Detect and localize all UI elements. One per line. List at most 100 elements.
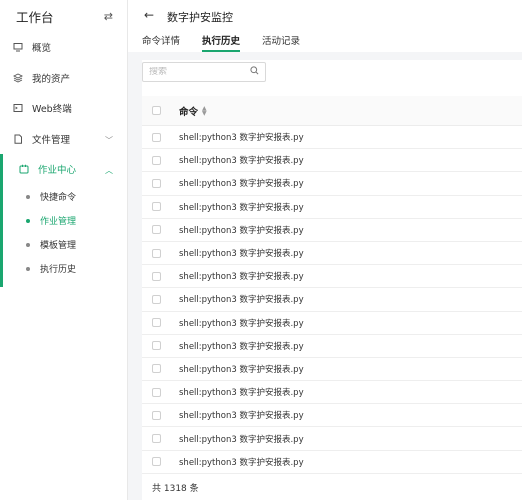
table-row[interactable]: shell:python3 数字护安报表.py [142, 312, 522, 335]
table-row[interactable]: shell:python3 数字护安报表.py [142, 404, 522, 428]
submenu: 快捷命令 作业管理 模板管理 执行历史 [0, 185, 127, 287]
command-cell: shell:python3 数字护安报表.py [179, 202, 304, 213]
row-checkbox[interactable] [152, 457, 161, 467]
sidebar-item-label: 文件管理 [32, 134, 71, 146]
job-icon [18, 164, 29, 175]
sidebar: 工作台 ⇄ 概览 我的资产 Web终端 文件管理 ﹀ 作业中心 ︿ 快捷命令 作… [0, 0, 128, 500]
sidebar-item-assets[interactable]: 我的资产 [0, 63, 127, 94]
row-checkbox[interactable] [152, 294, 161, 304]
table-row[interactable]: shell:python3 数字护安报表.py [142, 381, 522, 405]
tab-bar: 命令详情 执行历史 活动记录 [142, 33, 322, 52]
table-body: shell:python3 数字护安报表.py shell:python3 数字护… [142, 126, 522, 474]
table-row[interactable]: shell:python3 数字护安报表.py [142, 358, 522, 382]
back-arrow-icon[interactable]: ← [144, 8, 154, 22]
subitem-label: 执行历史 [40, 265, 77, 275]
sidebar-subitem-history[interactable]: 执行历史 [0, 257, 127, 281]
column-header-command[interactable]: 命令 ▲ ▼ [179, 104, 207, 118]
sidebar-group-jobs: 作业中心 ︿ 快捷命令 作业管理 模板管理 执行历史 [0, 154, 127, 287]
row-checkbox[interactable] [152, 132, 161, 142]
command-cell: shell:python3 数字护安报表.py [179, 341, 304, 352]
sidebar-item-label: 作业中心 [38, 165, 77, 177]
tab-command-details[interactable]: 命令详情 [142, 33, 180, 52]
chevron-down-icon: ﹀ [105, 135, 113, 145]
select-all-checkbox[interactable] [152, 106, 161, 115]
table-row[interactable]: shell:python3 数字护安报表.py [142, 149, 522, 173]
tab-activity-log[interactable]: 活动记录 [262, 33, 300, 52]
table-row[interactable]: shell:python3 数字护安报表.py [142, 265, 522, 289]
row-checkbox[interactable] [152, 225, 161, 235]
table-row[interactable]: shell:python3 数字护安报表.py [142, 196, 522, 219]
sidebar-title: 工作台 [16, 9, 54, 25]
row-checkbox[interactable] [152, 318, 161, 328]
bullet-icon [26, 266, 30, 271]
table-row[interactable]: shell:python3 数字护安报表.py [142, 172, 522, 196]
command-cell: shell:python3 数字护安报表.py [179, 133, 304, 144]
row-checkbox[interactable] [152, 364, 161, 374]
sidebar-item-job-center[interactable]: 作业中心 ︿ [0, 154, 127, 185]
sidebar-item-label: 概览 [32, 43, 52, 55]
bullet-icon [26, 218, 30, 223]
table-row[interactable]: shell:python3 数字护安报表.py [142, 335, 522, 358]
command-cell: shell:python3 数字护安报表.py [179, 272, 304, 283]
terminal-icon [12, 103, 23, 114]
command-cell: shell:python3 数字护安报表.py [179, 457, 304, 468]
stack-icon [12, 72, 23, 83]
chevron-up-icon: ︿ [105, 166, 113, 175]
command-cell: shell:python3 数字护安报表.py [179, 156, 304, 167]
row-checkbox[interactable] [152, 202, 161, 212]
bullet-icon [26, 242, 30, 247]
table-row[interactable]: shell:python3 数字护安报表.py [142, 219, 522, 242]
command-cell: shell:python3 数字护安报表.py [179, 318, 304, 329]
sort-icon[interactable]: ▲ ▼ [202, 105, 207, 116]
row-checkbox[interactable] [152, 248, 161, 258]
sidebar-header: 工作台 ⇄ [0, 0, 127, 32]
table-row[interactable]: shell:python3 数字护安报表.py [142, 288, 522, 312]
sidebar-item-overview[interactable]: 概览 [0, 32, 127, 63]
subitem-label: 作业管理 [40, 217, 77, 227]
search-icon[interactable] [250, 66, 259, 78]
row-checkbox[interactable] [152, 155, 161, 165]
row-checkbox[interactable] [152, 387, 161, 397]
command-cell: shell:python3 数字护安报表.py [179, 295, 304, 306]
tab-execution-history[interactable]: 执行历史 [202, 33, 241, 52]
table-header: 命令 ▲ ▼ [142, 96, 522, 126]
command-cell: shell:python3 数字护安报表.py [179, 364, 304, 375]
sidebar-subitem-job-management[interactable]: 作业管理 [0, 209, 127, 233]
subitem-label: 快捷命令 [40, 193, 77, 203]
history-table: 命令 ▲ ▼ shell:python3 数字护安报表.py shell:pytho… [142, 96, 522, 474]
command-cell: shell:python3 数字护安报表.py [179, 388, 304, 399]
row-checkbox[interactable] [152, 410, 161, 420]
sidebar-item-label: 我的资产 [32, 73, 71, 85]
row-checkbox[interactable] [152, 178, 161, 188]
bullet-icon [26, 194, 30, 199]
command-cell: shell:python3 数字护安报表.py [179, 249, 304, 260]
column-header-label: 命令 [179, 106, 199, 118]
history-panel: 命令 ▲▼ shell:python3 数字护安报表.pyshell:pytho… [142, 60, 522, 500]
monitor-icon [12, 42, 23, 53]
command-cell: shell:python3 数字护安报表.py [179, 179, 304, 190]
sidebar-subitem-quick-commands[interactable]: 快捷命令 [0, 185, 127, 209]
total-count: 共 1318 条 [152, 484, 199, 494]
row-checkbox[interactable] [152, 271, 161, 281]
sidebar-item-file-manager[interactable]: 文件管理 ﹀ [0, 124, 127, 155]
row-checkbox[interactable] [152, 341, 161, 351]
sidebar-item-label: Web终端 [32, 104, 72, 116]
main-content: 命令 ▲▼ shell:python3 数字护安报表.pyshell:pytho… [128, 52, 522, 500]
subitem-label: 模板管理 [40, 241, 77, 251]
table-row[interactable]: shell:python3 数字护安报表.py [142, 242, 522, 266]
page-header: ← 数字护安监控 命令详情 执行历史 活动记录 [128, 0, 522, 52]
sidebar-subitem-templates[interactable]: 模板管理 [0, 233, 127, 257]
command-cell: shell:python3 数字护安报表.py [179, 411, 304, 422]
sidebar-item-web-terminal[interactable]: Web终端 [0, 93, 127, 124]
command-cell: shell:python3 数字护安报表.py [179, 225, 304, 236]
swap-icon[interactable]: ⇄ [104, 10, 113, 23]
page-title: 数字护安监控 [167, 11, 233, 24]
search-input[interactable] [149, 67, 245, 77]
table-row[interactable]: shell:python3 数字护安报表.py [142, 126, 522, 150]
search-box[interactable] [142, 62, 266, 82]
table-row[interactable]: shell:python3 数字护安报表.py [142, 427, 522, 451]
command-cell: shell:python3 数字护安报表.py [179, 434, 304, 445]
table-row[interactable]: shell:python3 数字护安报表.py [142, 451, 522, 474]
row-checkbox[interactable] [152, 434, 161, 444]
file-icon [12, 133, 23, 144]
